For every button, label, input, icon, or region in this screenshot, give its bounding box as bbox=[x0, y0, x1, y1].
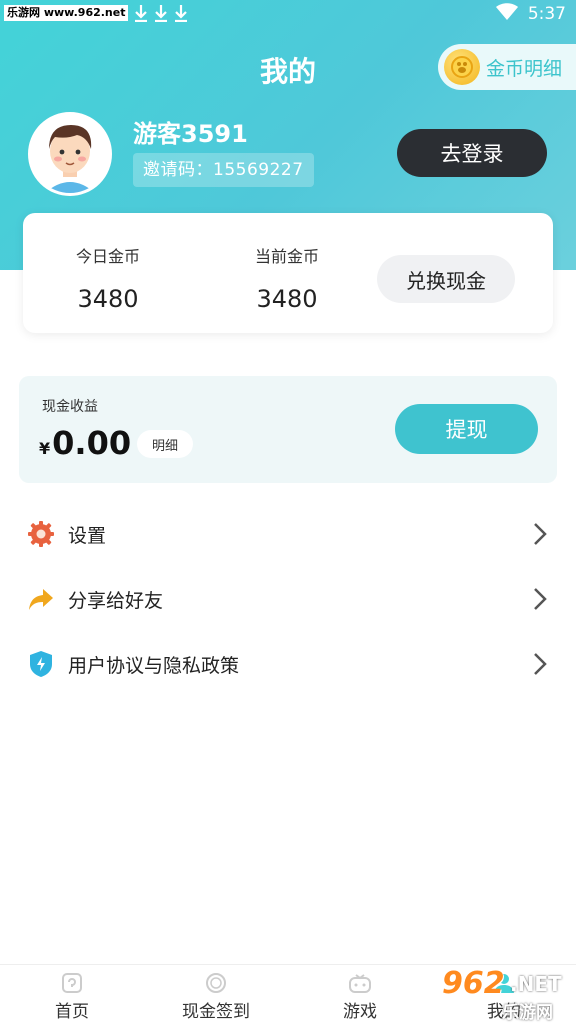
cash-detail-button[interactable]: 明细 bbox=[137, 430, 193, 458]
tab-label: 游戏 bbox=[343, 1002, 377, 1022]
tab-home[interactable]: 首页 bbox=[0, 965, 144, 1024]
home-icon bbox=[59, 972, 85, 994]
menu-item-privacy[interactable]: 用户协议与隐私政策 bbox=[26, 639, 550, 689]
today-coins-value: 3480 bbox=[77, 285, 139, 313]
current-coins: 当前金币 3480 bbox=[227, 243, 347, 313]
exchange-cash-button[interactable]: 兑换现金 bbox=[377, 255, 515, 303]
menu-item-share[interactable]: 分享给好友 bbox=[26, 574, 550, 624]
current-coins-label: 当前金币 bbox=[254, 247, 319, 266]
download-icon bbox=[154, 4, 168, 23]
watermark-net: .NET bbox=[510, 972, 562, 996]
watermark-site: 乐游网 bbox=[502, 1003, 553, 1023]
watermark-logo: 962 .NET 乐游网 bbox=[432, 964, 572, 1023]
coin-detail-label: 金币明细 bbox=[486, 57, 563, 80]
wifi-icon bbox=[495, 3, 518, 25]
shield-icon bbox=[26, 649, 56, 679]
coin-detail-button[interactable]: 金币明细 bbox=[438, 44, 576, 90]
menu-item-label: 用户协议与隐私政策 bbox=[68, 654, 240, 677]
today-coins: 今日金币 3480 bbox=[48, 243, 168, 313]
status-time: 5:37 bbox=[527, 4, 566, 24]
current-coins-value: 3480 bbox=[256, 285, 318, 313]
menu-item-settings[interactable]: 设置 bbox=[26, 509, 550, 559]
cash-amount: ¥ 0.00 bbox=[39, 424, 131, 462]
download-icon bbox=[134, 4, 148, 23]
share-icon bbox=[26, 584, 56, 614]
tab-label: 现金签到 bbox=[182, 1002, 250, 1022]
status-bar: 乐游网 www.962.net 5:37 bbox=[0, 0, 576, 30]
menu-item-label: 设置 bbox=[68, 524, 107, 547]
watermark-number: 962 bbox=[442, 966, 505, 1001]
cash-title: 现金收益 bbox=[42, 399, 98, 415]
tab-cash-signin[interactable]: 现金签到 bbox=[144, 965, 288, 1024]
login-button[interactable]: 去登录 bbox=[397, 129, 547, 177]
invite-code-label: 邀请码： bbox=[143, 160, 213, 180]
coin-card: 今日金币 3480 当前金币 3480 兑换现金 bbox=[23, 213, 553, 333]
chevron-right-icon bbox=[530, 586, 550, 612]
tab-games[interactable]: 游戏 bbox=[288, 965, 432, 1024]
cash-value: 0.00 bbox=[52, 424, 132, 462]
bottom-tab-bar: 首页 现金签到 游戏 我的 962 .NET 乐游网 bbox=[0, 964, 576, 1024]
coin-sign-icon bbox=[203, 972, 229, 994]
today-coins-label: 今日金币 bbox=[75, 247, 140, 266]
currency-symbol: ¥ bbox=[39, 439, 51, 458]
withdraw-button[interactable]: 提现 bbox=[395, 404, 538, 454]
watermark-text: 乐游网 www.962.net bbox=[4, 5, 129, 21]
coin-icon bbox=[444, 49, 480, 85]
invite-code-badge: 邀请码：15569227 bbox=[133, 153, 314, 187]
invite-code-value: 15569227 bbox=[213, 160, 304, 180]
download-icon bbox=[174, 4, 188, 23]
cash-card: 现金收益 ¥ 0.00 明细 提现 bbox=[19, 376, 557, 483]
tab-label: 首页 bbox=[55, 1002, 89, 1022]
username: 游客3591 bbox=[133, 120, 248, 148]
menu-item-label: 分享给好友 bbox=[68, 589, 164, 612]
avatar[interactable] bbox=[28, 112, 112, 196]
chevron-right-icon bbox=[530, 651, 550, 677]
gamepad-icon bbox=[347, 972, 373, 994]
gear-icon bbox=[26, 519, 56, 549]
chevron-right-icon bbox=[530, 521, 550, 547]
